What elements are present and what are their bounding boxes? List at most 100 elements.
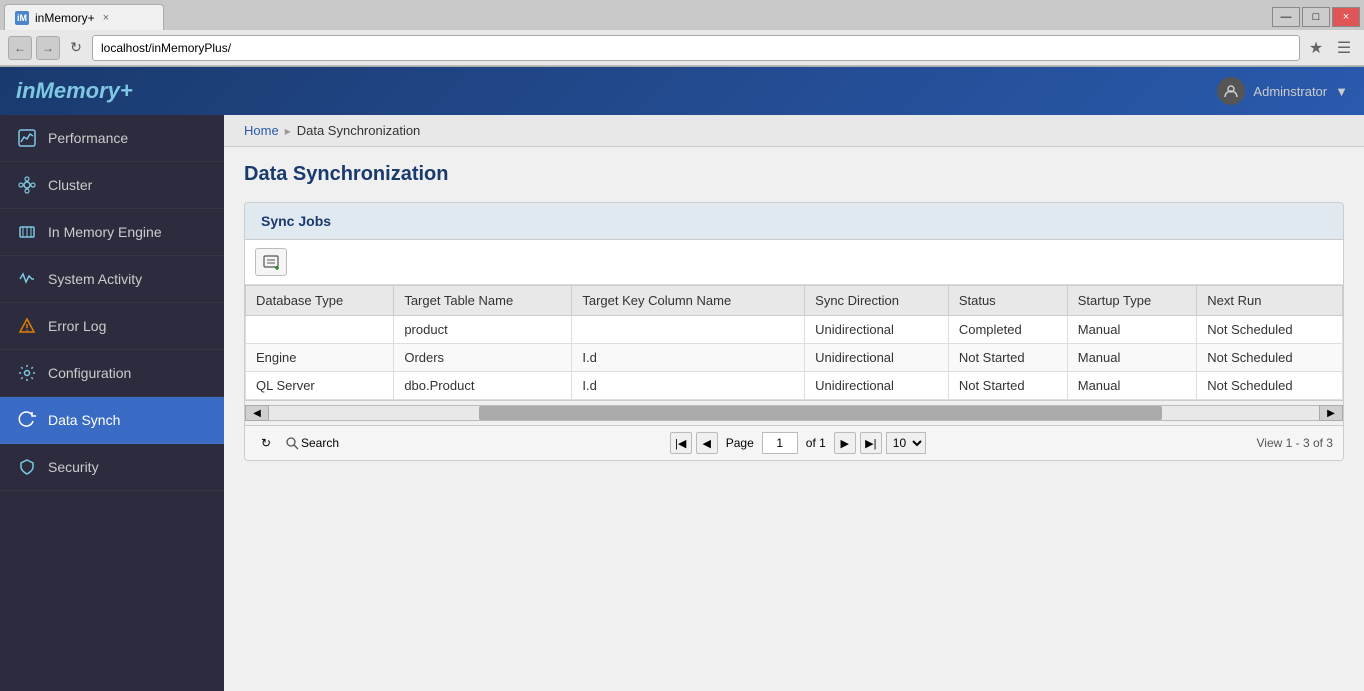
col-sync-direction: Sync Direction [805, 286, 949, 316]
tab-favicon: iM [15, 11, 29, 25]
prev-page-button[interactable]: ◀ [696, 432, 718, 454]
maximize-button[interactable]: □ [1302, 7, 1330, 27]
col-status: Status [948, 286, 1067, 316]
table-cell: Not Started [948, 372, 1067, 400]
sidebar-item-cluster[interactable]: Cluster [0, 162, 224, 209]
refresh-button[interactable]: ↻ [64, 36, 88, 60]
sidebar-label-config: Configuration [48, 365, 131, 381]
next-page-button[interactable]: ▶ [834, 432, 856, 454]
table-cell: Not Scheduled [1197, 344, 1343, 372]
search-label: Search [301, 436, 339, 450]
app-header: inMemory+ Adminstrator ▼ [0, 67, 1364, 115]
table-cell: product [394, 316, 572, 344]
breadcrumb-home-link[interactable]: Home [244, 123, 279, 138]
col-target-key: Target Key Column Name [572, 286, 805, 316]
pagination-bar: ↻ Search |◀ ◀ Page of 1 ▶ [245, 425, 1343, 460]
sidebar-item-memory-engine[interactable]: In Memory Engine [0, 209, 224, 256]
sidebar-label-memory: In Memory Engine [48, 224, 162, 240]
table-cell: Manual [1067, 372, 1197, 400]
page-title: Data Synchronization [244, 163, 1344, 186]
minimize-button[interactable]: — [1272, 7, 1300, 27]
scroll-right-button[interactable]: ▶ [1319, 405, 1343, 421]
table-cell: Not Scheduled [1197, 316, 1343, 344]
table-container: Database Type Target Table Name Target K… [245, 285, 1343, 400]
table-cell: Manual [1067, 344, 1197, 372]
avatar [1217, 77, 1245, 105]
error-icon [16, 315, 38, 337]
of-label: of 1 [806, 436, 826, 450]
last-page-button[interactable]: ▶| [860, 432, 882, 454]
table-cell: Manual [1067, 316, 1197, 344]
sync-icon [16, 409, 38, 431]
scroll-left-button[interactable]: ◀ [245, 405, 269, 421]
table-cell: Unidirectional [805, 316, 949, 344]
user-dropdown-icon[interactable]: ▼ [1335, 84, 1348, 99]
sidebar-item-error-log[interactable]: Error Log [0, 303, 224, 350]
breadcrumb-separator: ▸ [285, 124, 291, 138]
security-icon [16, 456, 38, 478]
tab-close-icon[interactable]: × [103, 12, 109, 24]
refresh-table-button[interactable]: ↻ [255, 432, 277, 454]
sidebar-item-performance[interactable]: Performance [0, 115, 224, 162]
content-area: Home ▸ Data Synchronization Data Synchro… [224, 115, 1364, 691]
page-label: Page [726, 436, 754, 450]
activity-icon [16, 268, 38, 290]
table-header-row: Database Type Target Table Name Target K… [246, 286, 1343, 316]
bookmark-icon[interactable]: ★ [1304, 36, 1328, 60]
close-button[interactable]: × [1332, 7, 1360, 27]
table-cell [246, 316, 394, 344]
view-info: View 1 - 3 of 3 [1256, 436, 1333, 450]
sidebar-label-security: Security [48, 459, 99, 475]
sidebar-label-performance: Performance [48, 130, 128, 146]
sidebar-label-error: Error Log [48, 318, 106, 334]
table-cell: QL Server [246, 372, 394, 400]
page-size-select[interactable]: 10 25 50 [886, 432, 926, 454]
performance-icon [16, 127, 38, 149]
table-row[interactable]: product UnidirectionalCompletedManualNot … [246, 316, 1343, 344]
table-cell: Not Started [948, 344, 1067, 372]
breadcrumb: Home ▸ Data Synchronization [224, 115, 1364, 147]
table-cell: Orders [394, 344, 572, 372]
cluster-icon [16, 174, 38, 196]
card-toolbar [245, 240, 1343, 285]
sidebar: Performance Cluster In Memory Engine Sys… [0, 115, 224, 691]
username-label: Adminstrator [1253, 84, 1327, 99]
table-cell: I.d [572, 372, 805, 400]
app-logo: inMemory+ [16, 78, 133, 104]
table-cell: Unidirectional [805, 344, 949, 372]
sidebar-item-security[interactable]: Security [0, 444, 224, 491]
first-page-button[interactable]: |◀ [670, 432, 692, 454]
table-cell: I.d [572, 344, 805, 372]
tab-title: inMemory+ [35, 11, 95, 25]
back-button[interactable]: ← [8, 36, 32, 60]
breadcrumb-current: Data Synchronization [297, 123, 421, 138]
config-icon [16, 362, 38, 384]
browser-tab[interactable]: iM inMemory+ × [4, 4, 164, 30]
sync-jobs-card: Sync Jobs [244, 202, 1344, 461]
col-target-table: Target Table Name [394, 286, 572, 316]
sidebar-label-datasynch: Data Synch [48, 412, 120, 428]
table-cell: Not Scheduled [1197, 372, 1343, 400]
col-startup-type: Startup Type [1067, 286, 1197, 316]
memory-icon [16, 221, 38, 243]
table-row[interactable]: QL Serverdbo.ProductI.dUnidirectionalNot… [246, 372, 1343, 400]
sync-jobs-table: Database Type Target Table Name Target K… [245, 285, 1343, 400]
browser-menu-icon[interactable]: ☰ [1332, 36, 1356, 60]
sidebar-item-configuration[interactable]: Configuration [0, 350, 224, 397]
table-row[interactable]: EngineOrdersI.dUnidirectionalNot Started… [246, 344, 1343, 372]
sidebar-label-activity: System Activity [48, 271, 142, 287]
col-next-run: Next Run [1197, 286, 1343, 316]
table-cell: Completed [948, 316, 1067, 344]
address-bar[interactable] [92, 35, 1300, 61]
add-sync-button[interactable] [255, 248, 287, 276]
table-cell: Unidirectional [805, 372, 949, 400]
page-number-input[interactable] [762, 432, 798, 454]
card-header: Sync Jobs [245, 203, 1343, 240]
scrollbar-thumb[interactable] [479, 406, 1162, 420]
sidebar-item-system-activity[interactable]: System Activity [0, 256, 224, 303]
col-db-type: Database Type [246, 286, 394, 316]
forward-button[interactable]: → [36, 36, 60, 60]
sidebar-item-data-synch[interactable]: Data Synch [0, 397, 224, 444]
table-cell: Engine [246, 344, 394, 372]
sidebar-label-cluster: Cluster [48, 177, 92, 193]
